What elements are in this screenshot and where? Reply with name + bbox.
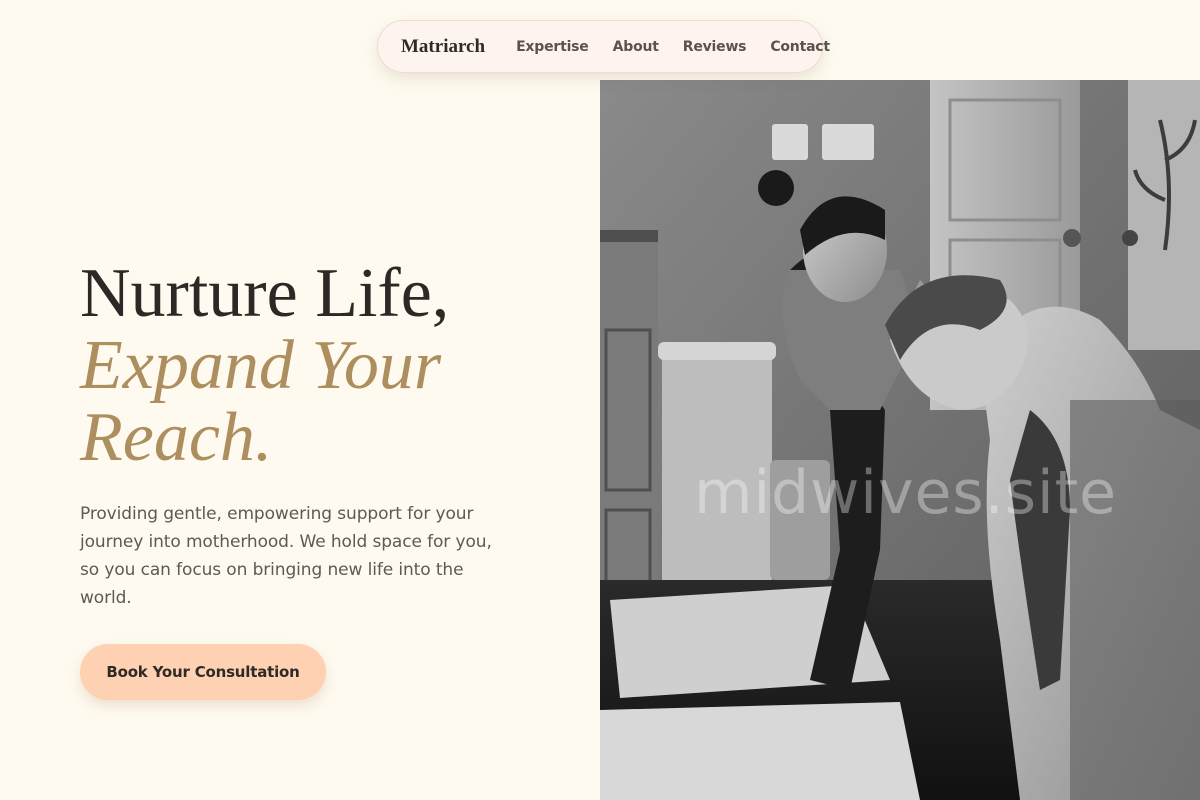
nav-link-expertise[interactable]: Expertise <box>516 39 589 55</box>
landing-page: Matriarch Expertise About Reviews Contac… <box>0 0 1200 800</box>
nav-link-contact[interactable]: Contact <box>770 39 830 55</box>
top-nav: Matriarch Expertise About Reviews Contac… <box>377 20 830 73</box>
book-consultation-button[interactable]: Book Your Consultation <box>80 644 326 700</box>
brand-logo[interactable]: Matriarch <box>401 36 485 58</box>
hero-title-line: Nurture Life, <box>80 255 450 332</box>
hero-title-accent: Expand Your Reach. <box>80 327 442 476</box>
hero-description: Providing gentle, empowering support for… <box>80 504 492 608</box>
hero-photo: midwives.site <box>600 80 1200 800</box>
nav-link-reviews[interactable]: Reviews <box>683 39 747 55</box>
nav-link-about[interactable]: About <box>613 39 659 55</box>
hero-title: Nurture Life, Expand Your Reach. <box>80 258 560 474</box>
hero-photo-illustration <box>600 80 1200 800</box>
